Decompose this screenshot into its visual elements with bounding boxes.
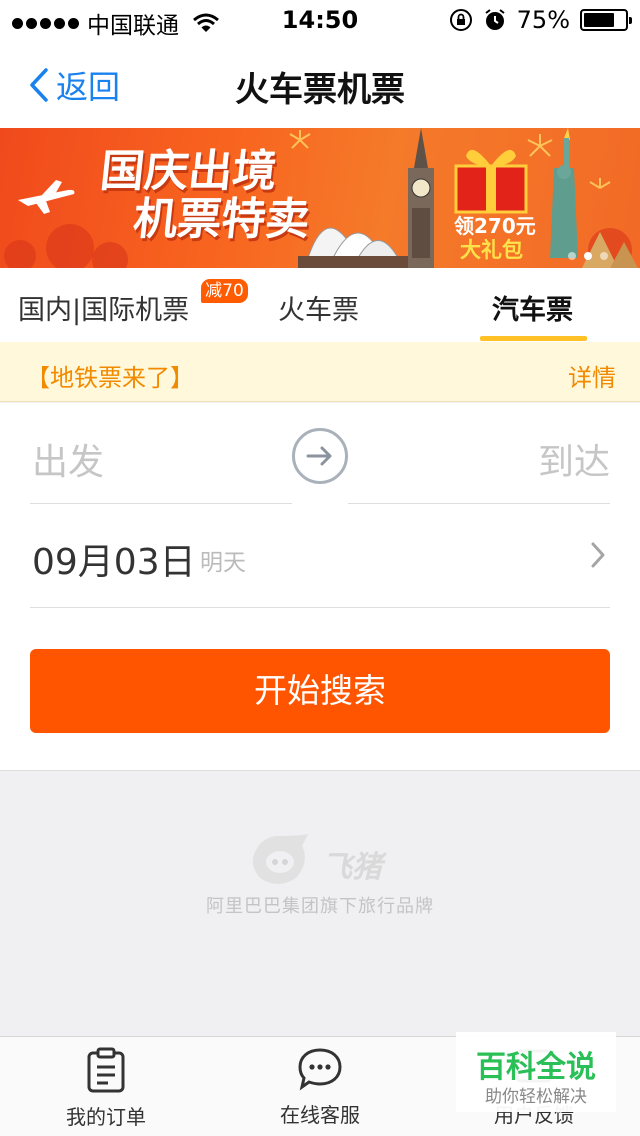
chevron-right-icon bbox=[591, 542, 605, 568]
ticket-type-tabs: 国内|国际机票 火车票 汽车票 bbox=[0, 268, 640, 342]
opera-house-graphic bbox=[298, 227, 408, 268]
clipboard-icon bbox=[87, 1047, 125, 1093]
departure-date: 09月03日 bbox=[32, 542, 196, 583]
active-tab-indicator bbox=[480, 336, 587, 341]
tab-train[interactable]: 火车票 bbox=[278, 288, 359, 327]
discount-badge: 减70 bbox=[201, 279, 248, 303]
nav-bar: 返回 火车票机票 bbox=[0, 40, 640, 128]
airplane-icon bbox=[18, 180, 75, 214]
orientation-lock-icon bbox=[449, 9, 472, 31]
brand-subtitle: 阿里巴巴集团旗下旅行品牌 bbox=[206, 896, 434, 917]
notice-text: 【地铁票来了】 bbox=[26, 364, 194, 392]
date-picker-row[interactable]: 09月03日 明天 bbox=[30, 503, 610, 607]
banner-headline: 国庆出境 机票特卖 bbox=[97, 146, 313, 245]
battery-icon bbox=[580, 9, 632, 31]
banner-pagination bbox=[568, 252, 608, 260]
tab-bus[interactable]: 汽车票 bbox=[492, 288, 573, 327]
banner-page-dot[interactable] bbox=[584, 252, 592, 260]
arrow-right-icon bbox=[306, 446, 332, 466]
status-bar: 中国联通 14:50 75% bbox=[0, 0, 640, 40]
tab-flights[interactable]: 国内|国际机票 bbox=[18, 288, 189, 327]
my-orders-button[interactable]: 我的订单 bbox=[36, 1047, 176, 1130]
sphinx-graphic bbox=[582, 232, 638, 268]
watermark-subtitle: 助你轻松解决 bbox=[485, 1087, 587, 1107]
my-orders-label: 我的订单 bbox=[66, 1105, 146, 1129]
brand-name: 飞猪 bbox=[322, 850, 382, 885]
gift-label: 大礼包 bbox=[460, 238, 523, 262]
watermark-logo: 百科全说 助你轻松解决 bbox=[456, 1032, 616, 1112]
swap-button[interactable] bbox=[292, 428, 348, 484]
banner-page-dot[interactable] bbox=[600, 252, 608, 260]
search-button[interactable]: 开始搜索 bbox=[30, 649, 610, 733]
online-service-button[interactable]: 在线客服 bbox=[250, 1047, 390, 1128]
alarm-icon bbox=[485, 9, 505, 30]
clock-tower-graphic bbox=[408, 128, 434, 268]
arrival-field[interactable]: 到达 bbox=[538, 433, 610, 485]
departure-field[interactable]: 出发 bbox=[32, 433, 104, 485]
notice-bar[interactable]: 【地铁票来了】 详情 bbox=[0, 342, 640, 402]
divider bbox=[30, 607, 610, 608]
notice-detail-link[interactable]: 详情 bbox=[568, 358, 616, 393]
online-service-label: 在线客服 bbox=[280, 1103, 360, 1127]
date-relative-label: 明天 bbox=[200, 550, 246, 576]
search-form: 出发 到达 09月03日 明天 开始搜索 bbox=[0, 403, 640, 771]
gift-box-graphic bbox=[454, 149, 528, 214]
fliggy-logo-icon bbox=[252, 834, 308, 884]
chat-icon bbox=[298, 1048, 342, 1091]
brand-footer: 飞猪 阿里巴巴集团旗下旅行品牌 bbox=[0, 820, 640, 940]
banner-page-dot[interactable] bbox=[568, 252, 576, 260]
watermark-title: 百科全说 bbox=[476, 1050, 596, 1085]
battery-percent: 75% bbox=[516, 6, 570, 34]
promo-banner[interactable]: 国庆出境 机票特卖 领270元 大礼包 bbox=[0, 128, 640, 268]
page-title: 火车票机票 bbox=[235, 70, 405, 110]
